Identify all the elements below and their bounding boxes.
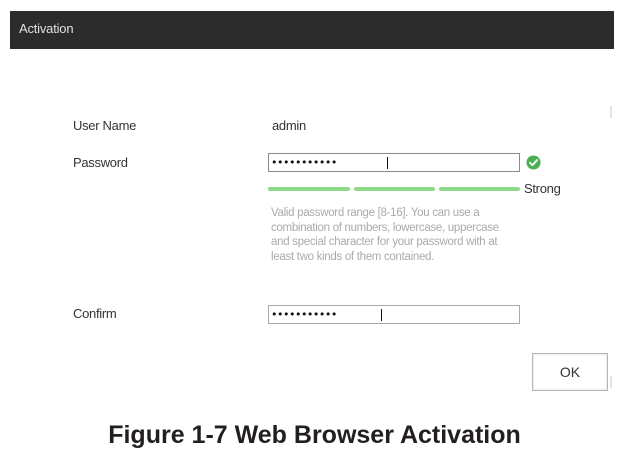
confirm-field[interactable] [268, 305, 520, 324]
password-hint: Valid password range [8-16]. You can use… [271, 207, 499, 263]
strength-segment-medium [354, 187, 435, 191]
scrollbar-marker [610, 106, 612, 118]
confirm-input[interactable] [271, 306, 511, 323]
dialog-title: Activation [19, 21, 74, 36]
ok-button[interactable]: OK [532, 353, 608, 391]
password-label: Password [73, 155, 128, 170]
check-circle-icon [526, 155, 541, 170]
password-input[interactable] [271, 154, 511, 171]
confirm-label: Confirm [73, 306, 117, 321]
strength-label: Strong [524, 181, 561, 196]
text-caret [381, 309, 382, 321]
figure-caption: Figure 1-7 Web Browser Activation [108, 421, 521, 449]
dialog-title-bar: Activation [10, 11, 614, 49]
strength-segment-weak [268, 187, 350, 191]
password-field[interactable] [268, 153, 520, 172]
strength-segment-strong [439, 187, 520, 191]
text-caret [387, 157, 388, 169]
scrollbar-marker [610, 376, 612, 388]
username-label: User Name [73, 118, 137, 133]
username-value: admin [272, 118, 306, 133]
